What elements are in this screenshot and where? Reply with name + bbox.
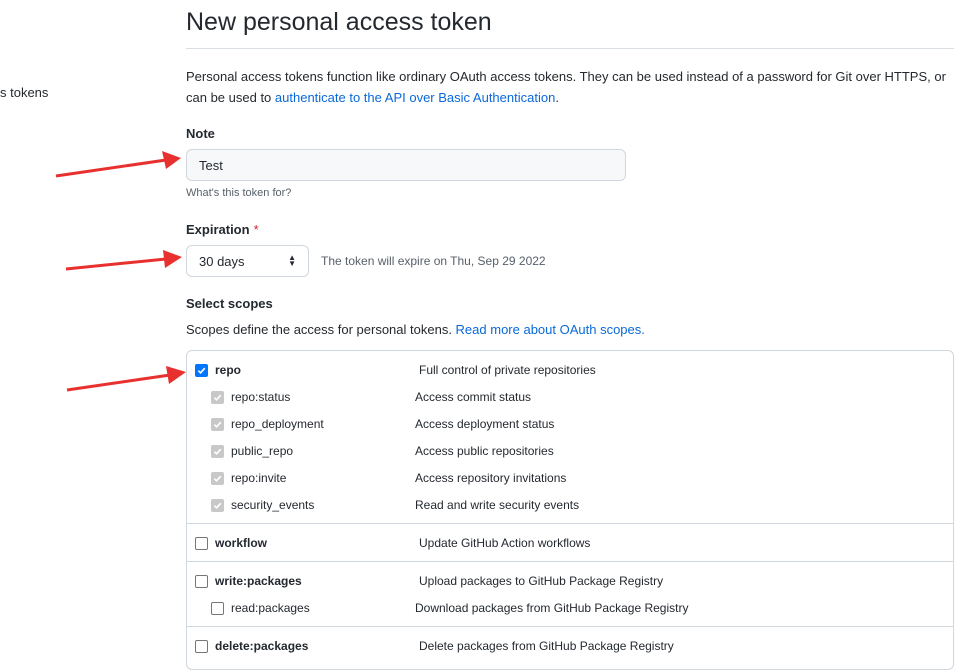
annotation-arrows: [55, 151, 186, 392]
red-arrow-icon: [55, 151, 181, 178]
red-arrow-icon: [66, 366, 186, 392]
red-arrow-icon: [65, 250, 182, 271]
